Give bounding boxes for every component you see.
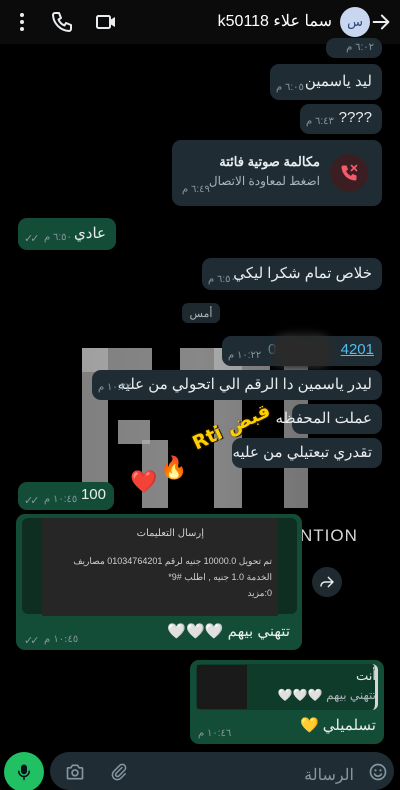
message-incoming[interactable]: ليد ياسمين ٦:٠٥ م	[270, 64, 382, 100]
phone-call-icon[interactable]	[50, 10, 74, 34]
message-time: ١٠:٢٢ م	[98, 382, 132, 393]
video-call-icon[interactable]	[94, 10, 118, 34]
message-incoming[interactable]: ليدر ياسمين دا الرقم الي اتحولي من عليه …	[92, 370, 382, 400]
message-text: ليدر ياسمين دا الرقم الي اتحولي من عليه	[117, 376, 372, 393]
message-time: ١٠:٢٢ م	[228, 350, 262, 361]
emoji-icon[interactable]	[368, 762, 388, 782]
message-time: ١٠:٤٥ م	[44, 494, 78, 505]
dialog-line: تم تحويل 10000.0 جنيه لرقم 01034764201 م…	[73, 556, 272, 566]
ussd-dialog-image: إرسال التعليمات تم تحويل 10000.0 جنيه لر…	[42, 518, 278, 616]
mic-button[interactable]	[4, 752, 44, 790]
message-input-placeholder: الرسالة	[304, 767, 354, 784]
message-text: عملت المحفظه	[275, 410, 372, 427]
message-outgoing[interactable]: 100 ✓✓ ١٠:٤٥ م	[18, 482, 114, 510]
missed-call-icon	[330, 154, 368, 192]
date-separator: أمس	[182, 303, 220, 323]
forward-button[interactable]	[312, 567, 342, 597]
dialog-line: 0:مزيد	[247, 588, 272, 598]
message-text: عادي	[74, 225, 106, 242]
message-text: 100	[80, 486, 106, 503]
phone-number-link[interactable]: 4201	[341, 341, 374, 358]
heart-emoji: ❤️	[130, 470, 158, 495]
quote-sender: أنت	[356, 668, 376, 683]
read-ticks-icon: ✓✓	[24, 634, 40, 647]
message-time: ٦:٤٩ م	[182, 184, 210, 195]
contact-name[interactable]: سما علاء k50118	[218, 11, 332, 31]
message-time: ٦:٠٥ م	[276, 82, 304, 93]
back-arrow-icon[interactable]	[370, 11, 392, 33]
message-outgoing[interactable]: عادي ✓✓ ٦:٥٠ م	[18, 218, 116, 250]
microphone-icon	[18, 764, 30, 781]
message-time: ٦:٥٠ م	[208, 274, 236, 285]
message-text: ????	[338, 109, 372, 126]
read-ticks-icon: ✓✓	[24, 233, 40, 245]
missed-call-subtitle: اضغط لمعاودة الاتصال	[208, 174, 320, 188]
dialog-line: الخدمة 1.0 جنيه , اطلب #9*	[168, 572, 272, 582]
quoted-image-thumbnail	[197, 665, 247, 709]
dialog-title: إرسال التعليمات	[136, 528, 204, 539]
message-incoming[interactable]: ???? ٦:٤٣ م	[300, 104, 382, 134]
avatar[interactable]: س	[340, 7, 370, 37]
read-ticks-icon: ✓✓	[24, 495, 40, 507]
message-time: ٦:٠٢ م	[346, 42, 374, 53]
message-incoming[interactable]: خلاص تمام شكرا ليكي ٦:٥٠ م	[202, 258, 382, 290]
message-incoming[interactable]: ٦:٠٢ م	[326, 38, 382, 58]
message-text: تقدري تبعتيلي من عليه	[232, 444, 372, 461]
message-incoming[interactable]: عملت المحفظه	[275, 404, 382, 434]
image-caption: تتهني بيهم 🤍🤍🤍	[167, 623, 290, 640]
message-time: ١٠:٤٦ م	[198, 728, 232, 739]
message-text: تسلميلي 💛	[299, 717, 376, 734]
message-text: خلاص تمام شكرا ليكي	[233, 265, 372, 282]
more-options-icon[interactable]	[10, 10, 34, 34]
missed-call-title: مكالمة صوتية فائتة	[219, 154, 320, 169]
fire-emoji: 🔥	[160, 456, 188, 481]
message-text: ليد ياسمين	[304, 73, 372, 90]
message-incoming[interactable]: تقدري تبعتيلي من عليه	[232, 438, 382, 468]
redaction-blur	[270, 334, 334, 368]
quote-text: تتهني بيهم 🤍🤍🤍	[277, 688, 376, 702]
forward-icon	[320, 576, 334, 588]
message-time: ٦:٤٣ م	[306, 116, 334, 127]
message-time: ١٠:٤٥ م	[44, 634, 79, 645]
attachment-icon[interactable]	[110, 762, 128, 782]
message-time: ٦:٥٠ م	[44, 232, 72, 243]
background-logo-caption: NTION	[300, 526, 358, 545]
camera-icon[interactable]	[64, 762, 86, 782]
missed-call-card[interactable]: مكالمة صوتية فائتة اضغط لمعاودة الاتصال …	[172, 140, 382, 206]
